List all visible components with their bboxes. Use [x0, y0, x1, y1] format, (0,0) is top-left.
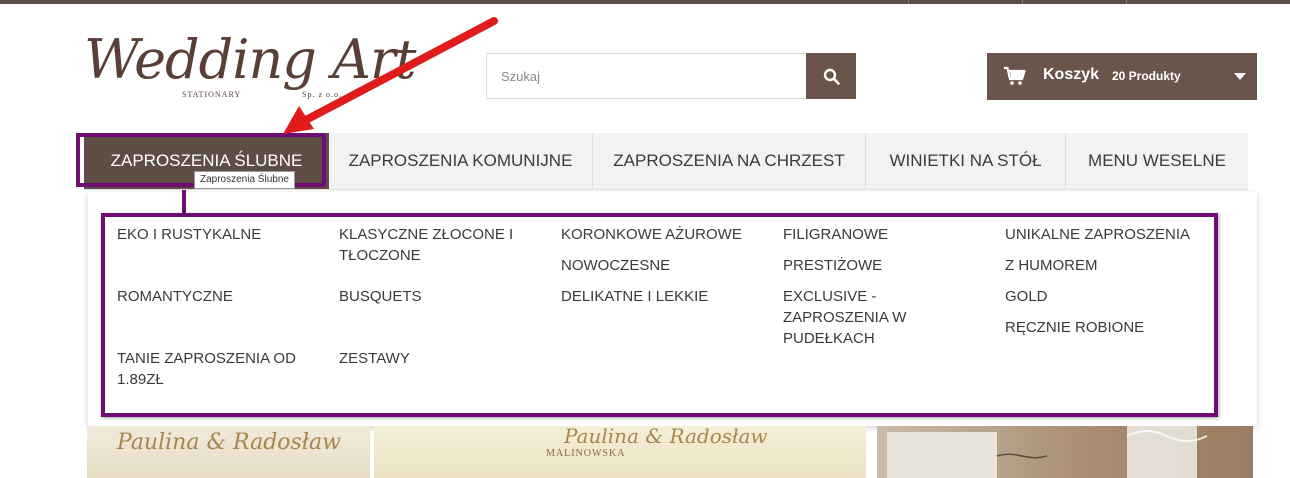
nav-item-zaproszenia-komunijne[interactable]: ZAPROSZENIA KOMUNIJNE	[329, 133, 593, 189]
banner-image-left[interactable]: Paulina & Radosław	[87, 426, 370, 478]
site-logo[interactable]: Wedding Art STATIONARY Sp. z o.o.	[84, 28, 416, 104]
cart-count: 20 Produkty	[1112, 69, 1181, 83]
nav-item-label: ZAPROSZENIA KOMUNIJNE	[348, 151, 573, 170]
menu-link-gold[interactable]: GOLD	[1005, 286, 1205, 307]
nav-item-label: ZAPROSZENIA ŚLUBNE	[110, 151, 303, 170]
menu-link-delikatne-i-lekkie[interactable]: DELIKATNE I LEKKIE	[561, 286, 761, 307]
top-bar-separator	[1126, 0, 1127, 4]
menu-link-eko-i-rustykalne[interactable]: EKO I RUSTYKALNE	[117, 224, 317, 245]
menu-link-koronkowe-azurowe[interactable]: KORONKOWE AŻUROWE	[561, 224, 761, 245]
nav-item-label: MENU WESELNE	[1088, 151, 1226, 170]
cart-button[interactable]: Koszyk 20 Produkty	[987, 53, 1257, 100]
top-bar-separator	[1022, 0, 1023, 4]
menu-link-busquets[interactable]: BUSQUETS	[339, 286, 539, 307]
lace-decoration	[887, 426, 1208, 478]
annotation-connector	[182, 190, 186, 214]
cart-icon	[1004, 66, 1026, 85]
menu-link-unikalne-zaproszenia[interactable]: UNIKALNE ZAPROSZENIA	[1005, 224, 1205, 245]
menu-link-nowoczesne[interactable]: NOWOCZESNE	[561, 255, 761, 276]
menu-link-recznie-robione[interactable]: RĘCZNIE ROBIONE	[1005, 317, 1205, 338]
nav-tooltip: Zaproszenia Ślubne	[194, 171, 295, 189]
nav-item-menu-weselne[interactable]: MENU WESELNE	[1066, 133, 1248, 189]
search-button[interactable]	[806, 53, 856, 99]
banner-card-script: Paulina & Radosław	[564, 426, 768, 448]
menu-link-exclusive[interactable]: EXCLUSIVE - ZAPROSZENIA W PUDEŁKACH	[783, 286, 983, 349]
menu-link-filigranowe[interactable]: FILIGRANOWE	[783, 224, 983, 245]
menu-link-romantyczne[interactable]: ROMANTYCZNE	[117, 286, 317, 307]
banner-image-center[interactable]: Paulina & Radosław MALINOWSKA	[374, 426, 866, 478]
banner-card-script: Paulina & Radosław	[117, 430, 341, 455]
top-bar	[0, 0, 1290, 4]
nav-item-label: ZAPROSZENIA NA CHRZEST	[613, 151, 845, 170]
search-input[interactable]	[486, 53, 806, 99]
logo-subtitle-left: STATIONARY	[182, 90, 242, 99]
cart-label: Koszyk	[1043, 66, 1100, 83]
top-bar-separator	[908, 0, 909, 4]
chevron-down-icon	[1234, 73, 1246, 80]
logo-title: Wedding Art	[84, 28, 416, 91]
menu-link-zestawy[interactable]: ZESTAWY	[339, 348, 539, 369]
search-icon	[823, 68, 840, 85]
nav-item-label: WINIETKI NA STÓŁ	[889, 151, 1042, 170]
menu-link-klasyczne-zlocone[interactable]: KLASYCZNE ZŁOCONE I TŁOCZONE	[339, 224, 539, 266]
menu-link-prestizowe[interactable]: PRESTIŻOWE	[783, 255, 983, 276]
nav-item-zaproszenia-na-chrzest[interactable]: ZAPROSZENIA NA CHRZEST	[593, 133, 866, 189]
logo-subtitle-right: Sp. z o.o.	[302, 90, 342, 99]
menu-link-tanie-zaproszenia[interactable]: TANIE ZAPROSZENIA OD 1.89ZŁ	[117, 348, 322, 390]
menu-link-z-humorem[interactable]: Z HUMOREM	[1005, 255, 1205, 276]
nav-item-winietki-na-stol[interactable]: WINIETKI NA STÓŁ	[866, 133, 1066, 189]
banner-card-surname: MALINOWSKA	[546, 448, 626, 459]
banner-image-right[interactable]	[877, 426, 1253, 478]
